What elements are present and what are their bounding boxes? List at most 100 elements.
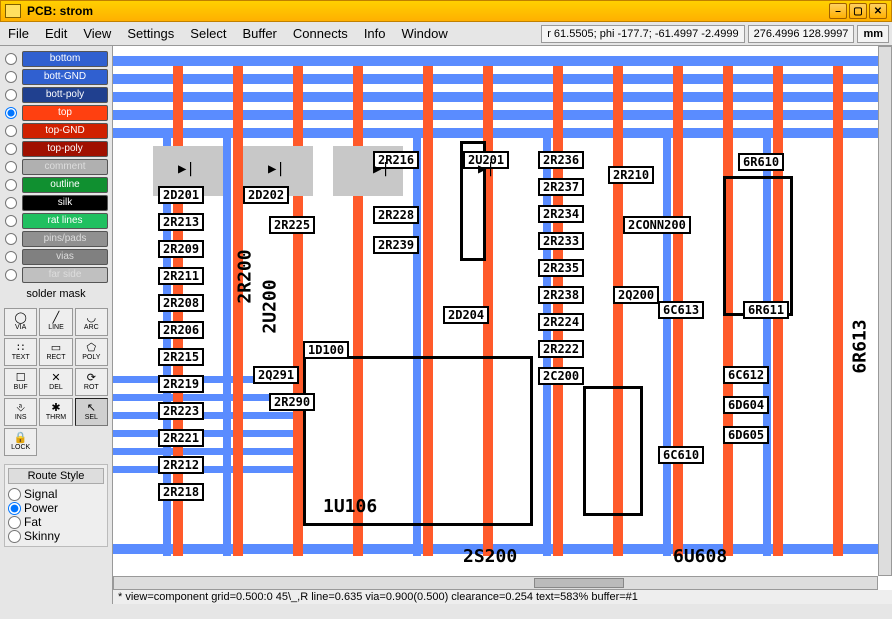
- scrollbar-thumb[interactable]: [534, 578, 624, 588]
- route-radio-signal[interactable]: [8, 488, 21, 501]
- layer-radio-bottom[interactable]: [5, 53, 17, 65]
- text-icon: ∷: [17, 343, 24, 354]
- layer-radio-vias[interactable]: [5, 251, 17, 263]
- layer-button-outline[interactable]: outline: [22, 177, 108, 193]
- layer-row-rat lines: rat lines: [4, 212, 108, 230]
- layer-button-top-GND[interactable]: top-GND: [22, 123, 108, 139]
- route-fat[interactable]: Fat: [8, 515, 104, 529]
- close-button[interactable]: ✕: [869, 3, 887, 19]
- layer-radio-top[interactable]: [5, 107, 17, 119]
- ref-2R239: 2R239: [373, 236, 419, 254]
- del-icon: ✕: [51, 373, 60, 384]
- line-icon: ╱: [53, 313, 60, 324]
- layer-row-vias: vias: [4, 248, 108, 266]
- layer-radio-top-poly[interactable]: [5, 143, 17, 155]
- layer-button-bott-poly[interactable]: bott-poly: [22, 87, 108, 103]
- rect-icon: ▭: [51, 343, 61, 354]
- solder-mask-label[interactable]: solder mask: [4, 286, 108, 302]
- route-radio-fat[interactable]: [8, 516, 21, 529]
- menu-edit[interactable]: Edit: [37, 26, 75, 41]
- pcb-canvas[interactable]: 2D2012R2132R2092R2112R2082R2062R2152R219…: [113, 46, 878, 576]
- tool-label: INS: [15, 414, 27, 421]
- menu-select[interactable]: Select: [182, 26, 234, 41]
- ref-2D201: 2D201: [158, 186, 204, 204]
- route-radio-power[interactable]: [8, 502, 21, 515]
- layer-button-bottom[interactable]: bottom: [22, 51, 108, 67]
- horizontal-scrollbar[interactable]: [113, 576, 878, 590]
- route-signal[interactable]: Signal: [8, 487, 104, 501]
- tool-thrm[interactable]: ✱THRM: [39, 398, 72, 426]
- tool-sel[interactable]: ↖SEL: [75, 398, 108, 426]
- layer-row-bott-GND: bott-GND: [4, 68, 108, 86]
- ref-2CONN200: 2CONN200: [623, 216, 691, 234]
- menu-view[interactable]: View: [75, 26, 119, 41]
- layer-radio-bott-GND[interactable]: [5, 71, 17, 83]
- tool-del[interactable]: ✕DEL: [39, 368, 72, 396]
- tool-line[interactable]: ╱LINE: [39, 308, 72, 336]
- ref-2R237: 2R237: [538, 178, 584, 196]
- layer-button-bott-GND[interactable]: bott-GND: [22, 69, 108, 85]
- route-radio-skinny[interactable]: [8, 530, 21, 543]
- layer-button-comment[interactable]: comment: [22, 159, 108, 175]
- layer-radio-top-GND[interactable]: [5, 125, 17, 137]
- tool-label: ROT: [84, 384, 99, 391]
- layer-radio-outline[interactable]: [5, 179, 17, 191]
- layer-button-pins/pads[interactable]: pins/pads: [22, 231, 108, 247]
- route-style-header[interactable]: Route Style: [8, 468, 104, 484]
- layer-button-top-poly[interactable]: top-poly: [22, 141, 108, 157]
- ref-2Q291: 2Q291: [253, 366, 299, 384]
- layer-button-far side[interactable]: far side: [22, 267, 108, 283]
- tool-rot[interactable]: ⟳ROT: [75, 368, 108, 396]
- ref-2R218: 2R218: [158, 483, 204, 501]
- route-skinny[interactable]: Skinny: [8, 529, 104, 543]
- units-label[interactable]: mm: [857, 25, 889, 43]
- ref-6R613: 6R613: [850, 319, 871, 373]
- status-text: * view=component grid=0.500:0 45\_,R lin…: [118, 591, 638, 603]
- route-power[interactable]: Power: [8, 501, 104, 515]
- layer-row-bottom: bottom: [4, 50, 108, 68]
- ref-2R222: 2R222: [538, 340, 584, 358]
- layer-radio-comment[interactable]: [5, 161, 17, 173]
- layer-row-top-GND: top-GND: [4, 122, 108, 140]
- ref-6U608: 6U608: [673, 546, 727, 567]
- ref-2R215: 2R215: [158, 348, 204, 366]
- ref-1D100: 1D100: [303, 341, 349, 359]
- tool-via[interactable]: ◯VIA: [4, 308, 37, 336]
- maximize-button[interactable]: ▢: [849, 3, 867, 19]
- ref-2R238: 2R238: [538, 286, 584, 304]
- layer-radio-bott-poly[interactable]: [5, 89, 17, 101]
- route-label: Signal: [24, 487, 57, 501]
- tool-lock[interactable]: 🔒LOCK: [4, 428, 37, 456]
- tool-text[interactable]: ∷TEXT: [4, 338, 37, 366]
- tool-poly[interactable]: ⬠POLY: [75, 338, 108, 366]
- ref-2R233: 2R233: [538, 232, 584, 250]
- layer-button-silk[interactable]: silk: [22, 195, 108, 211]
- menu-info[interactable]: Info: [356, 26, 394, 41]
- tool-ins[interactable]: ⎀INS: [4, 398, 37, 426]
- ref-2R200: 2R200: [235, 249, 256, 303]
- route-style-box: Route Style SignalPowerFatSkinny: [4, 464, 108, 547]
- tool-buf[interactable]: ☐BUF: [4, 368, 37, 396]
- tool-label: RECT: [46, 354, 65, 361]
- vertical-scrollbar[interactable]: [878, 46, 892, 576]
- layer-radio-pins/pads[interactable]: [5, 233, 17, 245]
- layer-radio-rat lines[interactable]: [5, 215, 17, 227]
- layer-button-top[interactable]: top: [22, 105, 108, 121]
- menu-settings[interactable]: Settings: [119, 26, 182, 41]
- tool-label: VIA: [15, 324, 26, 331]
- layer-button-rat lines[interactable]: rat lines: [22, 213, 108, 229]
- tool-arc[interactable]: ◡ARC: [75, 308, 108, 336]
- ref-2U200: 2U200: [260, 279, 281, 333]
- ref-6D604: 6D604: [723, 396, 769, 414]
- menu-buffer[interactable]: Buffer: [234, 26, 284, 41]
- layer-button-vias[interactable]: vias: [22, 249, 108, 265]
- menu-file[interactable]: File: [0, 26, 37, 41]
- layer-row-pins/pads: pins/pads: [4, 230, 108, 248]
- menu-window[interactable]: Window: [394, 26, 456, 41]
- layer-radio-far side[interactable]: [5, 269, 17, 281]
- menu-connects[interactable]: Connects: [285, 26, 356, 41]
- layer-radio-silk[interactable]: [5, 197, 17, 209]
- minimize-button[interactable]: –: [829, 3, 847, 19]
- layer-row-bott-poly: bott-poly: [4, 86, 108, 104]
- tool-rect[interactable]: ▭RECT: [39, 338, 72, 366]
